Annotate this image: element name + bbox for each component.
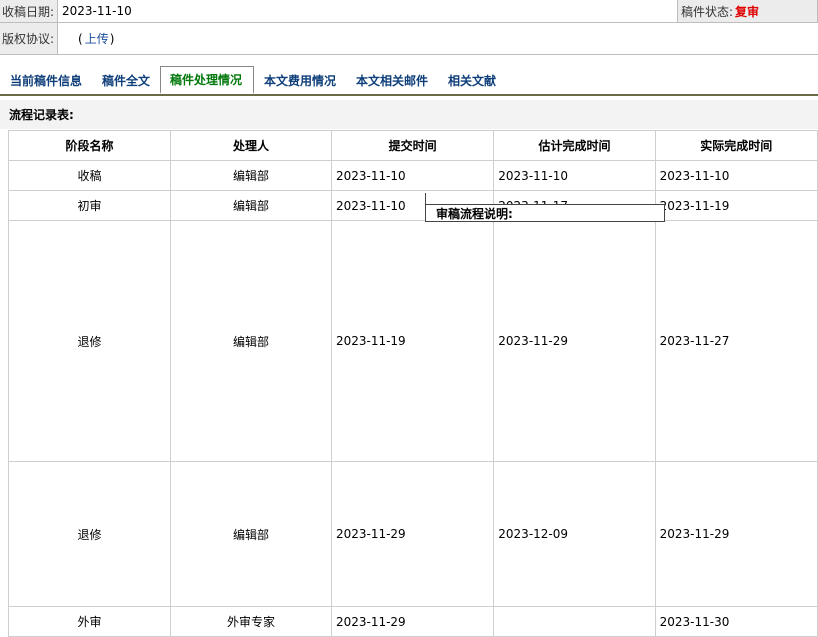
process-tooltip: 审稿流程说明: xyxy=(425,204,665,222)
cell-handler: 编辑部 xyxy=(169,190,332,221)
cell-estimated xyxy=(493,606,656,637)
header-actual-time: 实际完成时间 xyxy=(654,130,818,161)
cell-handler: 编辑部 xyxy=(169,160,332,191)
received-date-row: 收稿日期: 2023-11-10 稿件状态: 复审 xyxy=(0,0,818,23)
tab-processing[interactable]: 稿件处理情况 xyxy=(160,66,254,94)
cell-submit: 2023-11-10 xyxy=(330,160,495,191)
tooltip-pointer xyxy=(425,193,426,204)
cell-estimated: 2023-11-29 xyxy=(493,220,656,462)
cell-stage: 退修 xyxy=(8,461,171,607)
table-row: 收稿 编辑部 2023-11-10 2023-11-10 2023-11-10 xyxy=(8,160,818,191)
status-value: 复审 xyxy=(735,4,760,19)
copyright-row: 版权协议: ( 上传 ) xyxy=(0,23,818,55)
tab-bar: 当前稿件信息 稿件全文 稿件处理情况 本文费用情况 本文相关邮件 相关文献 xyxy=(0,66,818,96)
cell-stage: 退修 xyxy=(8,220,171,462)
received-date-value: 2023-11-10 xyxy=(62,4,132,18)
cell-actual: 2023-11-19 xyxy=(654,190,818,221)
tab-emails[interactable]: 本文相关邮件 xyxy=(356,66,428,94)
tab-references[interactable]: 相关文献 xyxy=(448,66,496,94)
received-date-label: 收稿日期: xyxy=(0,0,58,22)
cell-actual: 2023-11-29 xyxy=(654,461,818,607)
cell-submit: 2023-11-29 xyxy=(330,606,495,637)
panel-title: 流程记录表: xyxy=(0,100,818,129)
tab-current-info[interactable]: 当前稿件信息 xyxy=(10,66,82,94)
cell-handler: 外审专家 xyxy=(169,606,332,637)
processing-panel: 流程记录表: 阶段名称 处理人 提交时间 估计完成时间 实际完成时间 收稿 编辑… xyxy=(0,96,818,637)
cell-actual: 2023-11-10 xyxy=(654,160,818,191)
table-row: 退修 编辑部 2023-11-29 2023-12-09 2023-11-29 xyxy=(8,461,818,607)
header-handler: 处理人 xyxy=(169,130,332,161)
table-row: 初审 编辑部 2023-11-10 2023-11-17 2023-11-19 xyxy=(8,190,818,221)
cell-submit: 2023-11-19 xyxy=(330,220,495,462)
cell-submit: 2023-11-29 xyxy=(330,461,495,607)
tab-fees[interactable]: 本文费用情况 xyxy=(264,66,336,94)
cell-stage: 收稿 xyxy=(8,160,171,191)
table-header-row: 阶段名称 处理人 提交时间 估计完成时间 实际完成时间 xyxy=(8,130,818,161)
flow-table: 阶段名称 处理人 提交时间 估计完成时间 实际完成时间 收稿 编辑部 2023-… xyxy=(8,130,818,637)
header-stage: 阶段名称 xyxy=(8,130,171,161)
header-estimated-time: 估计完成时间 xyxy=(493,130,656,161)
tab-fulltext[interactable]: 稿件全文 xyxy=(102,66,150,94)
cell-actual: 2023-11-30 xyxy=(654,606,818,637)
table-row: 退修 编辑部 2023-11-19 2023-11-29 2023-11-27 xyxy=(8,220,818,462)
status-label: 稿件状态: xyxy=(681,4,734,19)
cell-actual: 2023-11-27 xyxy=(654,220,818,462)
cell-stage: 初审 xyxy=(8,190,171,221)
upload-link[interactable]: 上传 xyxy=(85,30,109,47)
copyright-label: 版权协议: xyxy=(0,23,58,54)
copyright-value: ( 上传 ) xyxy=(78,23,114,54)
cell-handler: 编辑部 xyxy=(169,461,332,607)
copyright-open-paren: ( xyxy=(78,31,83,46)
cell-estimated: 2023-11-10 xyxy=(493,160,656,191)
header-submit-time: 提交时间 xyxy=(330,130,495,161)
cell-estimated: 2023-12-09 xyxy=(493,461,656,607)
status-cell: 稿件状态: 复审 xyxy=(677,0,818,22)
cell-stage: 外审 xyxy=(8,606,171,637)
copyright-close-paren: ) xyxy=(109,31,115,46)
table-row: 外审 外审专家 2023-11-29 2023-11-30 xyxy=(8,606,818,637)
cell-handler: 编辑部 xyxy=(169,220,332,462)
